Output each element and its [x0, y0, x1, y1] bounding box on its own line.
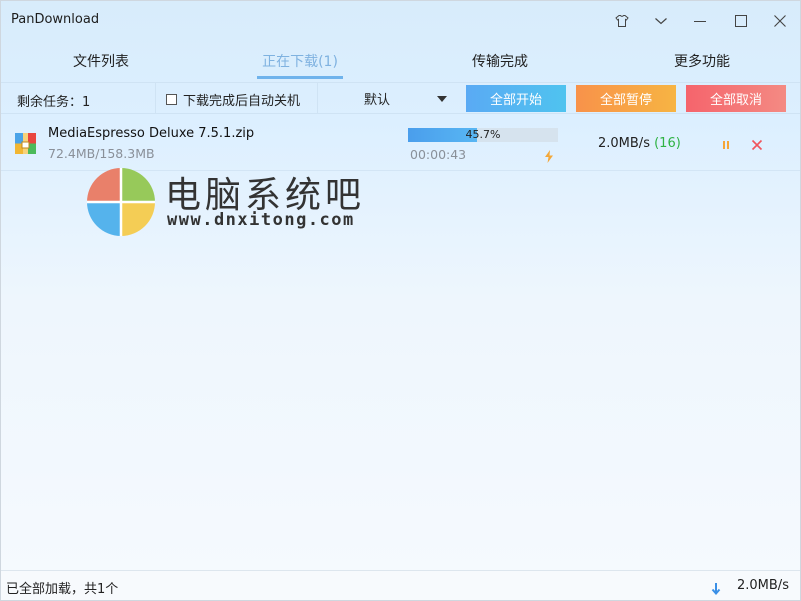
- pause-all-button[interactable]: 全部暂停: [576, 85, 676, 112]
- download-arrow-icon: [711, 580, 721, 596]
- maximize-icon[interactable]: [730, 10, 752, 32]
- app-title: PanDownload: [11, 12, 100, 27]
- auto-shutdown-label: 下载完成后自动关机: [183, 94, 301, 109]
- status-bar: 已全部加载，共1个 2.0MB/s: [1, 570, 800, 600]
- watermark-logo-icon: [87, 168, 155, 236]
- sort-select[interactable]: 默认: [331, 84, 455, 112]
- tab-downloading[interactable]: 正在下载(1): [200, 41, 400, 81]
- app-window: PanDownload 文件列表 正在下载(1) 传输完成 更多功能 剩余任务：…: [0, 0, 801, 601]
- progress-bar: 45.7%: [408, 128, 558, 142]
- cancel-download-icon[interactable]: [750, 137, 764, 151]
- auto-shutdown-checkbox[interactable]: 下载完成后自动关机: [166, 90, 300, 109]
- watermark-url: www.dnxitong.com: [167, 210, 355, 230]
- start-all-button[interactable]: 全部开始: [466, 85, 566, 112]
- checkbox-box[interactable]: [166, 94, 177, 105]
- watermark: 电脑系统吧 www.dnxitong.com: [85, 166, 385, 238]
- tab-bar: 文件列表 正在下载(1) 传输完成 更多功能: [1, 41, 800, 81]
- active-tab-indicator: [257, 76, 343, 79]
- remaining-tasks-label: 剩余任务：1: [17, 95, 91, 110]
- connection-count: (16): [654, 136, 681, 151]
- file-size: 72.4MB/158.3MB: [48, 146, 155, 161]
- close-icon[interactable]: [769, 10, 791, 32]
- dropdown-icon[interactable]: [650, 10, 672, 32]
- toolbar-divider: [155, 83, 156, 113]
- download-speed: 2.0MB/s (16): [598, 136, 681, 151]
- title-bar[interactable]: PanDownload: [1, 1, 800, 41]
- sort-select-value: 默认: [364, 92, 391, 108]
- skin-icon[interactable]: [611, 10, 633, 32]
- file-name: MediaEspresso Deluxe 7.5.1.zip: [48, 126, 255, 141]
- total-speed: 2.0MB/s: [737, 578, 789, 593]
- elapsed-time: 00:00:43: [410, 147, 467, 162]
- pause-icon[interactable]: [719, 137, 733, 151]
- lightning-icon: [544, 148, 554, 163]
- toolbar: 剩余任务：1 下载完成后自动关机 默认 全部开始 全部暂停 全部取消: [1, 82, 800, 114]
- tab-more-features[interactable]: 更多功能: [602, 41, 800, 81]
- tab-completed[interactable]: 传输完成: [400, 41, 600, 81]
- cancel-all-button[interactable]: 全部取消: [686, 85, 786, 112]
- progress-percent: 45.7%: [465, 128, 501, 141]
- tab-file-list[interactable]: 文件列表: [1, 41, 201, 81]
- toolbar-divider: [317, 83, 318, 113]
- download-row[interactable]: MediaEspresso Deluxe 7.5.1.zip 72.4MB/15…: [1, 115, 800, 171]
- speed-value: 2.0MB/s: [598, 136, 650, 151]
- minimize-icon[interactable]: [689, 10, 711, 32]
- status-text: 已全部加载，共1个: [6, 582, 119, 597]
- caret-down-icon: [437, 96, 447, 102]
- zip-file-icon: [15, 133, 36, 154]
